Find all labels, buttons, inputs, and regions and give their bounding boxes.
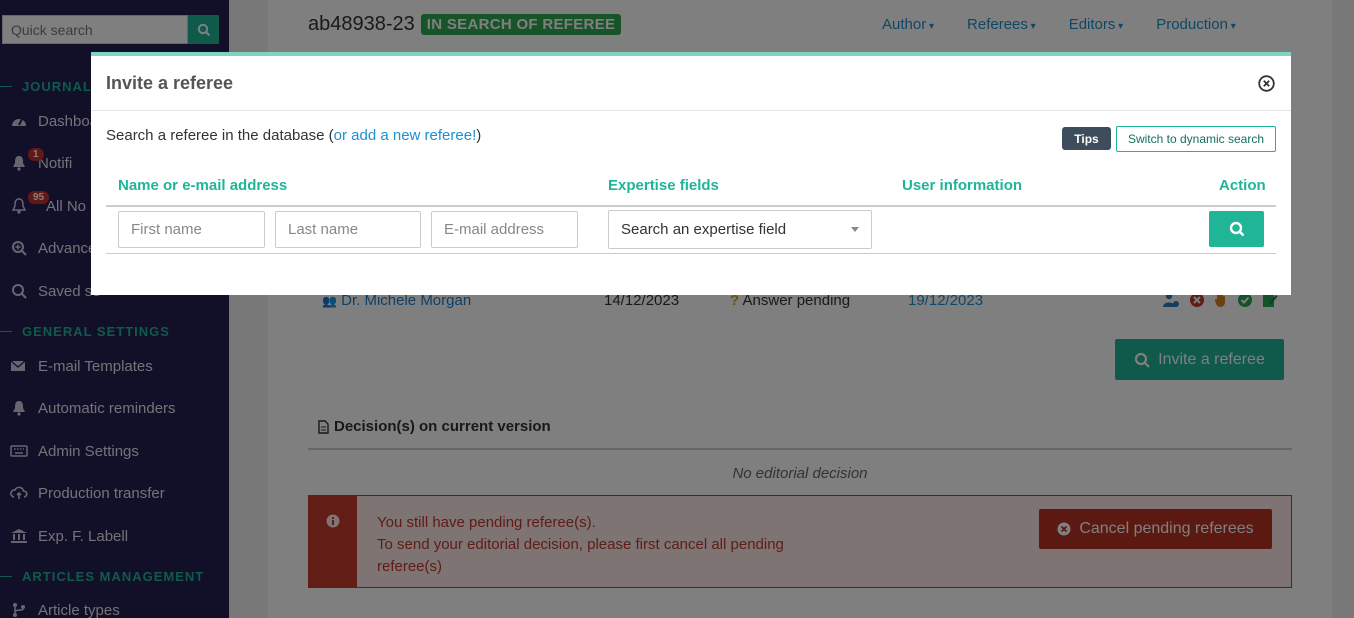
modal-title: Invite a referee xyxy=(106,72,234,93)
switch-dynamic-search-button[interactable]: Switch to dynamic search xyxy=(1116,126,1276,152)
column-user-info: User information xyxy=(902,177,1023,194)
close-icon xyxy=(1257,74,1275,92)
last-name-input[interactable] xyxy=(275,211,421,248)
search-intro: Search a referee in the database (or add… xyxy=(106,127,481,144)
search-icon xyxy=(1229,221,1244,237)
intro-suffix: ) xyxy=(476,127,482,144)
column-expertise: Expertise fields xyxy=(608,177,719,194)
expertise-select-value: Search an expertise field xyxy=(621,221,787,238)
first-name-input[interactable] xyxy=(118,211,265,248)
tips-button[interactable]: Tips xyxy=(1062,127,1111,150)
search-referee-button[interactable] xyxy=(1209,211,1264,247)
table-header-divider xyxy=(106,205,1276,207)
column-action: Action xyxy=(1219,177,1266,194)
modal-close-button[interactable] xyxy=(1256,73,1276,93)
add-new-referee-link[interactable]: or add a new referee! xyxy=(334,127,477,144)
email-input[interactable] xyxy=(431,211,578,248)
chevron-down-icon xyxy=(851,227,859,232)
expertise-select[interactable]: Search an expertise field xyxy=(608,210,872,249)
intro-prefix: Search a referee in the database ( xyxy=(106,127,334,144)
modal-header: Invite a referee xyxy=(91,56,1291,111)
invite-referee-modal: Invite a referee Search a referee in the… xyxy=(91,52,1291,295)
table-bottom-divider xyxy=(106,253,1276,254)
column-name-email: Name or e-mail address xyxy=(118,177,288,194)
